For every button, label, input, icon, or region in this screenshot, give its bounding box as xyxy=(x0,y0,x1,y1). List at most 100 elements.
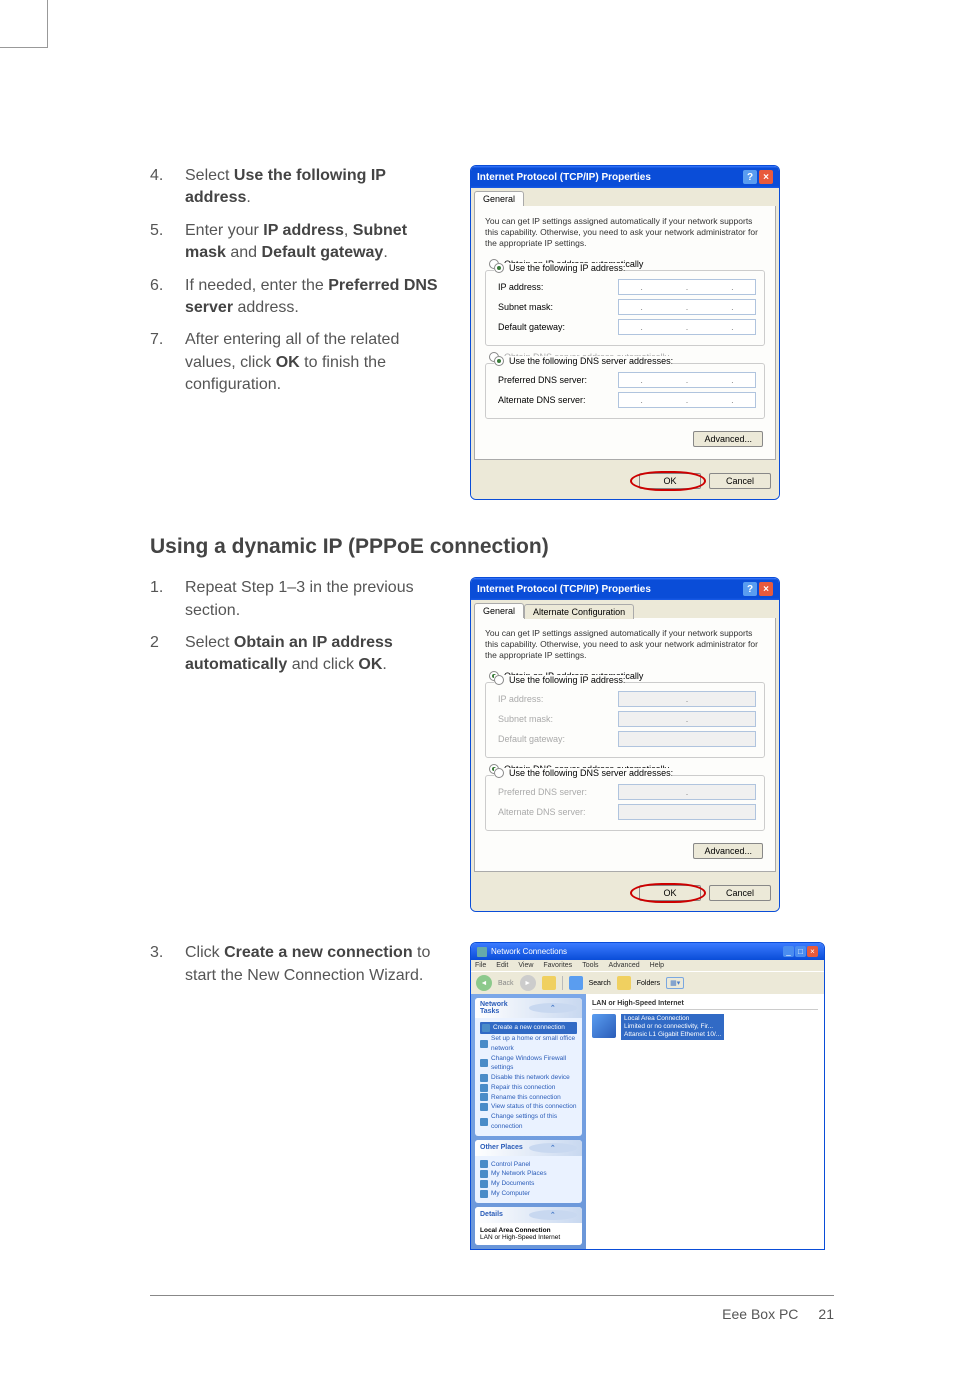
cancel-button[interactable]: Cancel xyxy=(709,473,771,489)
task-icon xyxy=(480,1103,488,1111)
ok-button[interactable]: OK xyxy=(639,885,701,901)
task-link[interactable]: View status of this connection xyxy=(480,1102,577,1112)
task-icon xyxy=(480,1074,488,1082)
connection-icon xyxy=(592,1014,616,1038)
input-default-gateway xyxy=(618,731,756,747)
window-titlebar: Network Connections _ □ × xyxy=(471,943,824,960)
task-link[interactable]: Set up a home or small office network xyxy=(480,1034,577,1054)
input-subnet-mask: . xyxy=(618,711,756,727)
task-icon xyxy=(480,1059,488,1067)
content-pane: LAN or High-Speed Internet Local Area Co… xyxy=(586,994,824,1248)
place-icon xyxy=(480,1170,488,1178)
label-preferred-dns: Preferred DNS server: xyxy=(498,787,618,797)
menu-item[interactable]: File xyxy=(475,962,486,969)
radio-use-following-ip[interactable]: Use the following IP address: xyxy=(494,675,625,685)
task-icon xyxy=(480,1040,488,1048)
menu-item[interactable]: View xyxy=(518,962,533,969)
section-create-connection: 3.Click Create a new connection to start… xyxy=(150,942,834,1249)
dialog-title: Internet Protocol (TCP/IP) Properties xyxy=(477,584,743,595)
close-icon[interactable]: × xyxy=(759,170,773,184)
input-default-gateway[interactable]: ... xyxy=(618,319,756,335)
task-link[interactable]: Repair this connection xyxy=(480,1083,577,1093)
menu-item[interactable]: Advanced xyxy=(609,962,640,969)
place-link[interactable]: My Computer xyxy=(480,1189,577,1199)
menu-item[interactable]: Help xyxy=(650,962,664,969)
search-icon[interactable] xyxy=(569,976,583,990)
menu-item[interactable]: Favorites xyxy=(543,962,572,969)
label-default-gateway: Default gateway: xyxy=(498,322,618,332)
maximize-icon[interactable]: □ xyxy=(795,946,806,957)
steps-bot-list: 3.Click Create a new connection to start… xyxy=(150,942,450,987)
tab-alternate-config[interactable]: Alternate Configuration xyxy=(524,604,634,619)
dialog-titlebar: Internet Protocol (TCP/IP) Properties ? … xyxy=(471,578,779,600)
tab-general[interactable]: General xyxy=(474,191,524,206)
network-connections-window: Network Connections _ □ × File Edit View Fa… xyxy=(470,942,825,1249)
input-subnet-mask[interactable]: ... xyxy=(618,299,756,315)
input-alternate-dns xyxy=(618,804,756,820)
connection-item[interactable]: Local Area Connection Limited or no conn… xyxy=(592,1014,818,1039)
ok-button[interactable]: OK xyxy=(639,473,701,489)
task-icon xyxy=(482,1024,490,1032)
menu-item[interactable]: Edit xyxy=(496,962,508,969)
radio-use-following-dns[interactable]: Use the following DNS server addresses: xyxy=(494,356,673,366)
menu-item[interactable]: Tools xyxy=(582,962,598,969)
app-icon xyxy=(477,947,487,957)
task-link[interactable]: Disable this network device xyxy=(480,1073,577,1083)
tasks-body: Create a new connectionSet up a home or … xyxy=(475,1018,582,1135)
input-ip-address[interactable]: ... xyxy=(618,279,756,295)
label-alternate-dns: Alternate DNS server: xyxy=(498,807,618,817)
forward-button: ► xyxy=(520,975,536,991)
page-footer: Eee Box PC 21 xyxy=(150,1295,834,1322)
tcpip-dialog-static: Internet Protocol (TCP/IP) Properties ? … xyxy=(470,165,780,500)
place-link[interactable]: My Documents xyxy=(480,1179,577,1189)
tcpip-dialog-dynamic: Internet Protocol (TCP/IP) Properties ? … xyxy=(470,577,780,912)
dialog-title: Internet Protocol (TCP/IP) Properties xyxy=(477,172,743,183)
steps-mid-list: 1.Repeat Step 1–3 in the previous sectio… xyxy=(150,577,450,677)
step-item: 3.Click Create a new connection to start… xyxy=(150,942,450,987)
task-link[interactable]: Create a new connection xyxy=(480,1022,577,1034)
toolbar: ◄ Back ► Search Folders ▦▾ xyxy=(471,971,824,994)
sidebar: Network Tasks⌃ Create a new connectionSe… xyxy=(471,994,586,1248)
radio-use-following-dns[interactable]: Use the following DNS server addresses: xyxy=(494,768,673,778)
advanced-button[interactable]: Advanced... xyxy=(693,431,763,447)
chevron-up-icon[interactable]: ⌃ xyxy=(529,1210,578,1220)
step-item: 2Select Obtain an IP address automatical… xyxy=(150,632,450,677)
label-preferred-dns: Preferred DNS server: xyxy=(498,375,618,385)
task-link[interactable]: Rename this connection xyxy=(480,1093,577,1103)
input-preferred-dns[interactable]: ... xyxy=(618,372,756,388)
steps-top-list: 4.Select Use the following IP address. 5.… xyxy=(150,165,450,397)
step-item: 1.Repeat Step 1–3 in the previous sectio… xyxy=(150,577,450,622)
step-item: 5.Enter your IP address, Subnet mask and… xyxy=(150,220,450,265)
label-ip-address: IP address: xyxy=(498,282,618,292)
tab-general[interactable]: General xyxy=(474,603,524,618)
close-icon[interactable]: × xyxy=(759,582,773,596)
places-body: Control PanelMy Network PlacesMy Documen… xyxy=(475,1156,582,1203)
place-icon xyxy=(480,1190,488,1198)
input-alternate-dns[interactable]: ... xyxy=(618,392,756,408)
place-link[interactable]: My Network Places xyxy=(480,1169,577,1179)
advanced-button[interactable]: Advanced... xyxy=(693,843,763,859)
label-alternate-dns: Alternate DNS server: xyxy=(498,395,618,405)
views-button[interactable]: ▦▾ xyxy=(666,977,684,989)
radio-use-following-ip[interactable]: Use the following IP address: xyxy=(494,263,625,273)
back-button[interactable]: ◄ xyxy=(476,975,492,991)
help-icon[interactable]: ? xyxy=(743,582,757,596)
step-item: 4.Select Use the following IP address. xyxy=(150,165,450,210)
close-icon[interactable]: × xyxy=(807,946,818,957)
minimize-icon[interactable]: _ xyxy=(783,946,794,957)
task-icon xyxy=(480,1118,488,1126)
section-heading-dynamic-ip: Using a dynamic IP (PPPoE connection) xyxy=(150,535,834,559)
task-link[interactable]: Change Windows Firewall settings xyxy=(480,1054,577,1074)
step-item: 7.After entering all of the related valu… xyxy=(150,329,450,396)
folders-icon[interactable] xyxy=(617,976,631,990)
panel-network-tasks: Network Tasks⌃ Create a new connectionSe… xyxy=(475,998,582,1135)
task-link[interactable]: Change settings of this connection xyxy=(480,1112,577,1132)
chevron-up-icon[interactable]: ⌃ xyxy=(529,1003,578,1013)
label-default-gateway: Default gateway: xyxy=(498,734,618,744)
chevron-up-icon[interactable]: ⌃ xyxy=(529,1143,578,1153)
help-icon[interactable]: ? xyxy=(743,170,757,184)
up-icon[interactable] xyxy=(542,976,556,990)
place-link[interactable]: Control Panel xyxy=(480,1160,577,1170)
menu-bar[interactable]: File Edit View Favorites Tools Advanced Help xyxy=(471,960,824,971)
cancel-button[interactable]: Cancel xyxy=(709,885,771,901)
